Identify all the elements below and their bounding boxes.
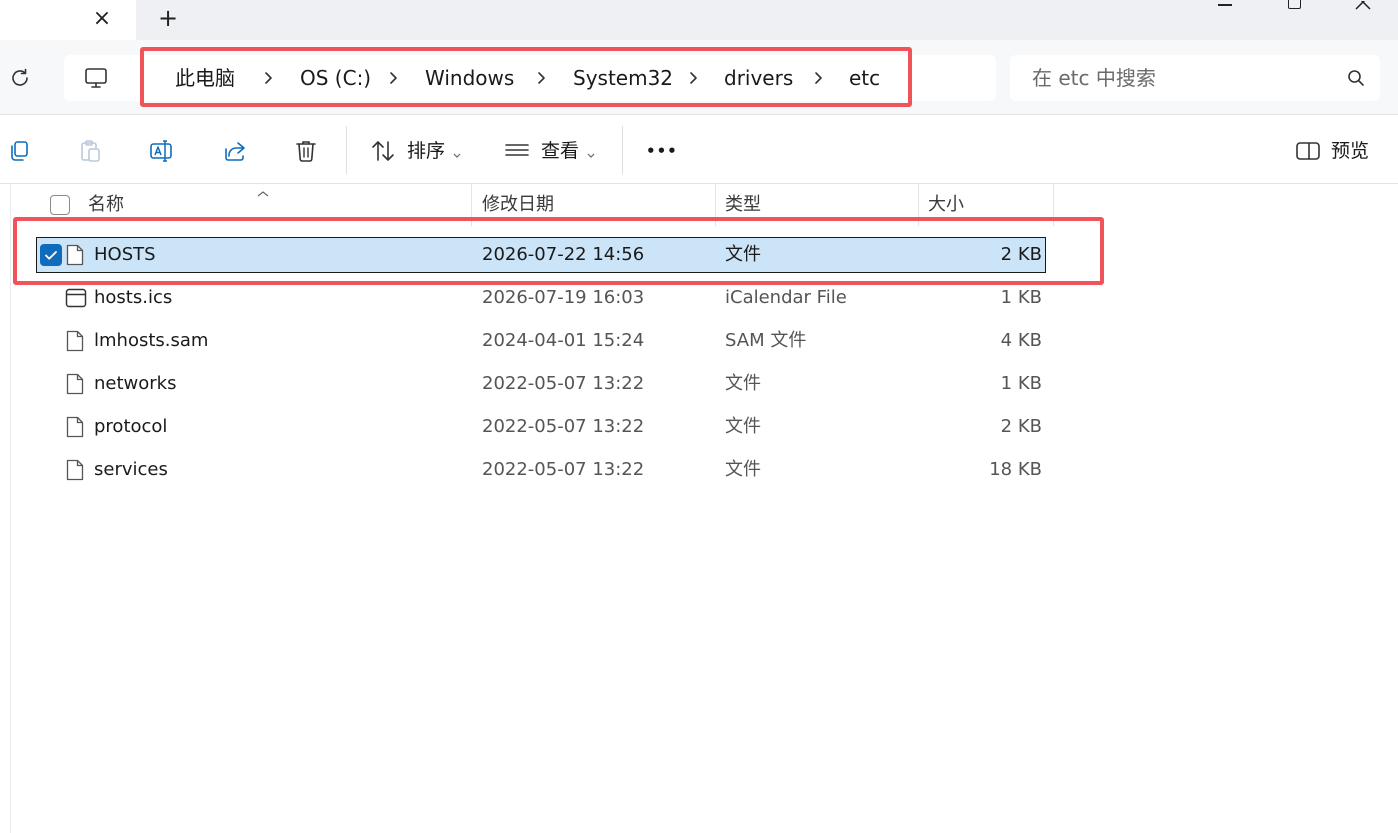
file-size: 2 KB — [1000, 416, 1042, 437]
share-icon[interactable] — [222, 138, 248, 164]
minimize-icon[interactable] — [1212, 0, 1238, 12]
nav-pane-edge — [0, 184, 11, 833]
file-name[interactable]: lmhosts.sam — [94, 323, 208, 359]
close-tab-icon[interactable]: × — [88, 4, 116, 32]
delete-icon[interactable] — [293, 138, 319, 164]
file-type: 文件 — [725, 373, 761, 394]
new-tab-button[interactable]: + — [154, 4, 182, 32]
maximize-icon[interactable] — [1282, 0, 1308, 14]
file-icon — [66, 416, 84, 438]
rename-icon[interactable] — [148, 138, 174, 164]
file-size: 1 KB — [1000, 373, 1042, 394]
file-icon — [66, 330, 84, 352]
sort-button[interactable]: 排序 — [407, 138, 445, 164]
file-name[interactable]: services — [94, 452, 168, 488]
file-name[interactable]: hosts.ics — [94, 280, 172, 316]
toolbar-divider — [346, 126, 347, 174]
copy-icon[interactable] — [6, 138, 32, 164]
sort-icon[interactable] — [370, 138, 396, 164]
file-size: 18 KB — [989, 459, 1042, 480]
computer-icon[interactable] — [82, 64, 110, 92]
search-icon[interactable] — [1344, 66, 1368, 90]
file-name[interactable]: protocol — [94, 409, 167, 445]
file-modified: 2022-05-07 13:22 — [482, 373, 645, 394]
select-all-checkbox[interactable] — [50, 195, 70, 215]
preview-button[interactable]: 预览 — [1331, 138, 1369, 164]
file-modified: 2024-04-01 15:24 — [482, 330, 645, 351]
refresh-icon[interactable] — [6, 64, 34, 92]
view-icon[interactable] — [504, 138, 530, 164]
calendar-file-icon — [65, 287, 87, 309]
chevron-down-icon[interactable] — [586, 146, 596, 158]
file-icon — [66, 373, 84, 395]
toolbar-divider — [622, 126, 623, 174]
file-size: 4 KB — [1000, 330, 1042, 351]
file-modified: 2022-05-07 13:22 — [482, 416, 645, 437]
search-placeholder: 在 etc 中搜索 — [1032, 66, 1156, 90]
sort-ascending-icon — [256, 183, 270, 197]
chevron-down-icon[interactable] — [452, 146, 462, 158]
file-type: SAM 文件 — [725, 330, 807, 351]
file-type: 文件 — [725, 459, 761, 480]
file-type: 文件 — [725, 416, 761, 437]
file-name[interactable]: networks — [94, 366, 176, 402]
file-modified: 2026-07-19 16:03 — [482, 287, 645, 308]
file-modified: 2022-05-07 13:22 — [482, 459, 645, 480]
more-options-button[interactable]: ••• — [646, 138, 678, 164]
view-button[interactable]: 查看 — [541, 138, 579, 164]
file-size: 1 KB — [1000, 287, 1042, 308]
tab-strip — [0, 0, 1398, 40]
file-type: iCalendar File — [725, 287, 847, 308]
preview-pane-icon[interactable] — [1295, 138, 1321, 164]
command-bar — [0, 115, 1398, 184]
close-window-icon[interactable] — [1350, 0, 1376, 14]
file-icon — [66, 459, 84, 481]
paste-icon[interactable] — [77, 138, 103, 164]
highlight-box-selected-row — [13, 217, 1104, 285]
highlight-box-breadcrumb — [140, 47, 912, 107]
